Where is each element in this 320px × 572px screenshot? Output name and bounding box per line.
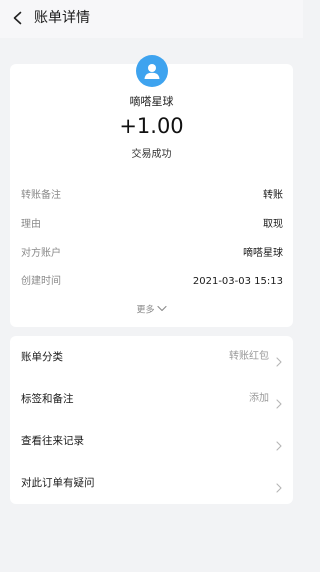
chevron-right-icon bbox=[275, 352, 283, 367]
action-label: 账单分类 bbox=[21, 351, 63, 363]
transaction-status: 交易成功 bbox=[131, 149, 172, 160]
actions-card: 账单分类 转账红包 标签和备注 添加 查看往来记录 对此订单有疑问 bbox=[10, 336, 293, 504]
detail-label: 理由 bbox=[21, 219, 41, 230]
action-row-order-question[interactable]: 对此订单有疑问 bbox=[10, 462, 293, 504]
detail-label: 转账备注 bbox=[21, 190, 61, 201]
action-label: 查看往来记录 bbox=[21, 435, 84, 447]
chevron-down-icon bbox=[156, 303, 167, 317]
detail-value: 2021-03-03 15:13 bbox=[192, 276, 283, 287]
transaction-summary-card: 嘀嗒星球 +1.00 交易成功 转账备注 转账 理由 取现 对方账户 嘀嗒星球 … bbox=[10, 55, 293, 327]
action-row-history[interactable]: 查看往来记录 bbox=[10, 420, 293, 462]
detail-row-counterparty: 对方账户 嘀嗒星球 bbox=[21, 246, 283, 262]
detail-value: 转账 bbox=[263, 190, 283, 201]
more-toggle[interactable]: 更多 bbox=[10, 303, 293, 318]
detail-label: 创建时间 bbox=[21, 276, 61, 287]
user-avatar-icon bbox=[136, 55, 168, 87]
action-label: 对此订单有疑问 bbox=[21, 477, 95, 489]
detail-row-created-time: 创建时间 2021-03-03 15:13 bbox=[21, 274, 283, 290]
detail-value: 嘀嗒星球 bbox=[243, 248, 283, 259]
detail-row-remark: 转账备注 转账 bbox=[21, 188, 283, 204]
action-value: 添加 bbox=[249, 393, 269, 404]
chevron-right-icon bbox=[275, 436, 283, 451]
action-row-tags-notes[interactable]: 标签和备注 添加 bbox=[10, 378, 293, 420]
detail-value: 取现 bbox=[263, 219, 283, 230]
page-title: 账单详情 bbox=[34, 10, 90, 26]
action-row-bill-category[interactable]: 账单分类 转账红包 bbox=[10, 336, 293, 378]
detail-row-reason: 理由 取现 bbox=[21, 217, 283, 233]
action-value: 转账红包 bbox=[229, 351, 269, 362]
detail-label: 对方账户 bbox=[21, 248, 61, 259]
chevron-right-icon bbox=[275, 394, 283, 409]
more-label: 更多 bbox=[136, 305, 155, 316]
payer-name: 嘀嗒星球 bbox=[129, 95, 174, 108]
top-bar: 账单详情 bbox=[0, 0, 303, 38]
action-label: 标签和备注 bbox=[21, 393, 74, 405]
chevron-left-icon[interactable] bbox=[10, 10, 26, 26]
transaction-amount: +1.00 bbox=[119, 114, 184, 138]
chevron-right-icon bbox=[275, 478, 283, 493]
